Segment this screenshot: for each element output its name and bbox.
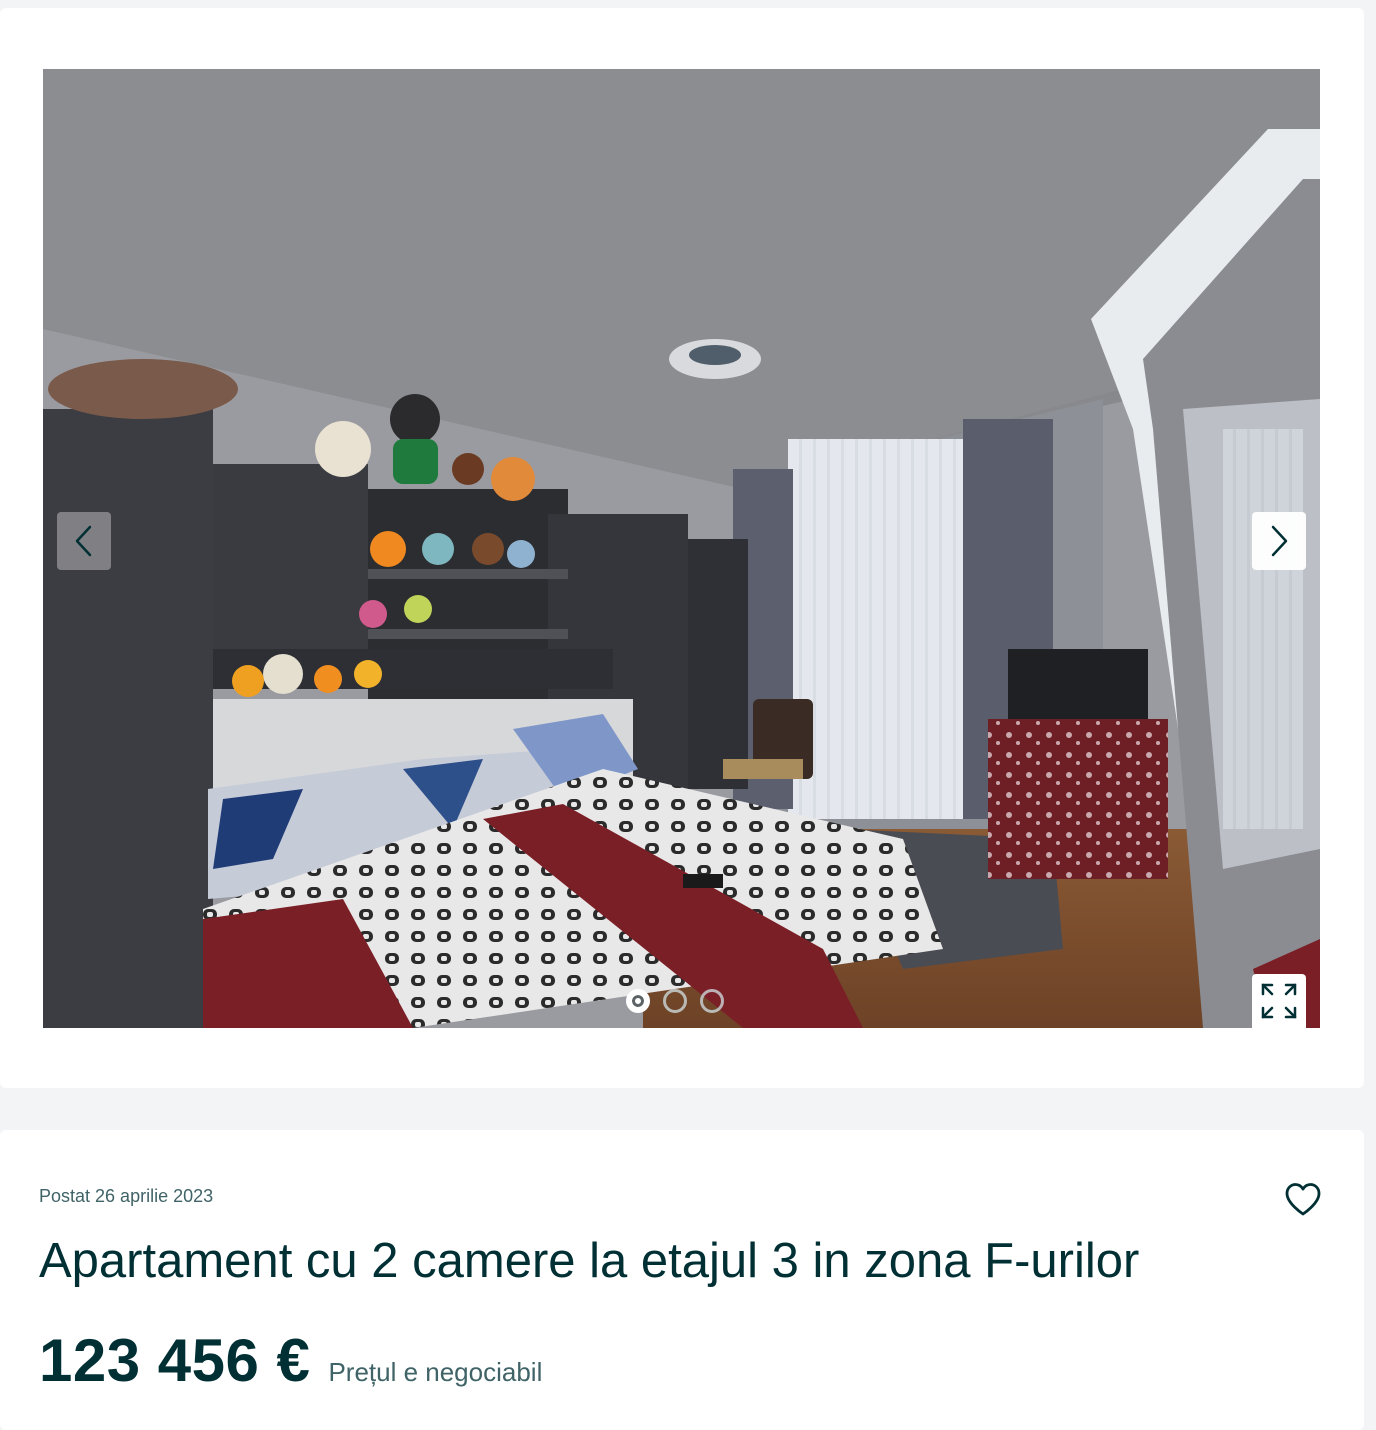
gallery-dot-1[interactable] — [626, 989, 650, 1013]
gallery-prev-button[interactable] — [57, 512, 111, 570]
gallery-next-button[interactable] — [1252, 512, 1306, 570]
posted-date: Postat 26 aprilie 2023 — [39, 1186, 214, 1206]
gallery-dot-2[interactable] — [663, 989, 687, 1013]
listing-title: Apartament cu 2 camere la etajul 3 in zo… — [39, 1234, 1140, 1288]
gallery-card — [0, 8, 1364, 1088]
bedroom-photo-illustration — [43, 69, 1320, 1028]
chevron-left-icon — [75, 525, 92, 557]
favorite-button[interactable] — [1282, 1178, 1324, 1220]
heart-icon — [1285, 1183, 1321, 1216]
expand-icon — [1261, 983, 1297, 1019]
price-negotiable-note: Prețul e negociabil — [328, 1357, 543, 1387]
listing-price: 123 456 € — [39, 1327, 311, 1394]
listing-info-card: Postat 26 aprilie 2023 Apartament cu 2 c… — [0, 1130, 1364, 1430]
fullscreen-button[interactable] — [1252, 974, 1306, 1028]
listing-photo[interactable] — [43, 69, 1320, 1028]
chevron-right-icon — [1271, 525, 1288, 557]
gallery-dots — [626, 989, 724, 1013]
price-row: 123 456 € Prețul e negociabil — [39, 1326, 542, 1395]
gallery-dot-3[interactable] — [700, 989, 724, 1013]
